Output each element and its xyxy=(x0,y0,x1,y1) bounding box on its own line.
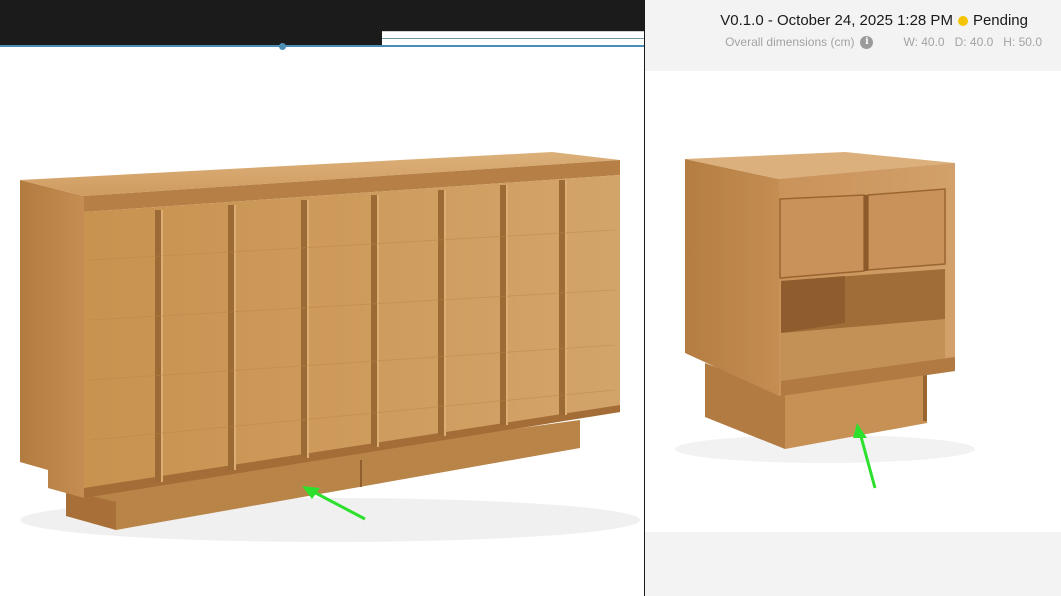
info-icon[interactable]: i xyxy=(860,35,874,49)
dimension-depth: D: 40.0 xyxy=(954,35,994,49)
status-badge: Pending xyxy=(972,12,1028,29)
arrow-annotation-left xyxy=(302,486,366,521)
dimensions-label: Overall dimensions (cm) xyxy=(725,35,855,49)
dimension-height: H: 50.0 xyxy=(1003,35,1042,49)
right-panel: V0.1.0 - October 24, 2025 1:28 PM Pendin… xyxy=(645,0,1061,596)
dimensions-row: Overall dimensions (cm) i W: 40.0 D: 40.… xyxy=(725,35,1042,49)
version-header: V0.1.0 - October 24, 2025 1:28 PM Pendin… xyxy=(720,12,1028,29)
arrow-annotation-right xyxy=(853,423,877,489)
left-viewport xyxy=(0,0,644,596)
nightstand-viewer xyxy=(645,71,1061,532)
version-label: V0.1.0 - October 24, 2025 1:28 PM xyxy=(720,12,953,29)
dimension-width: W: 40.0 xyxy=(903,35,945,49)
status-dot-icon xyxy=(957,15,968,26)
